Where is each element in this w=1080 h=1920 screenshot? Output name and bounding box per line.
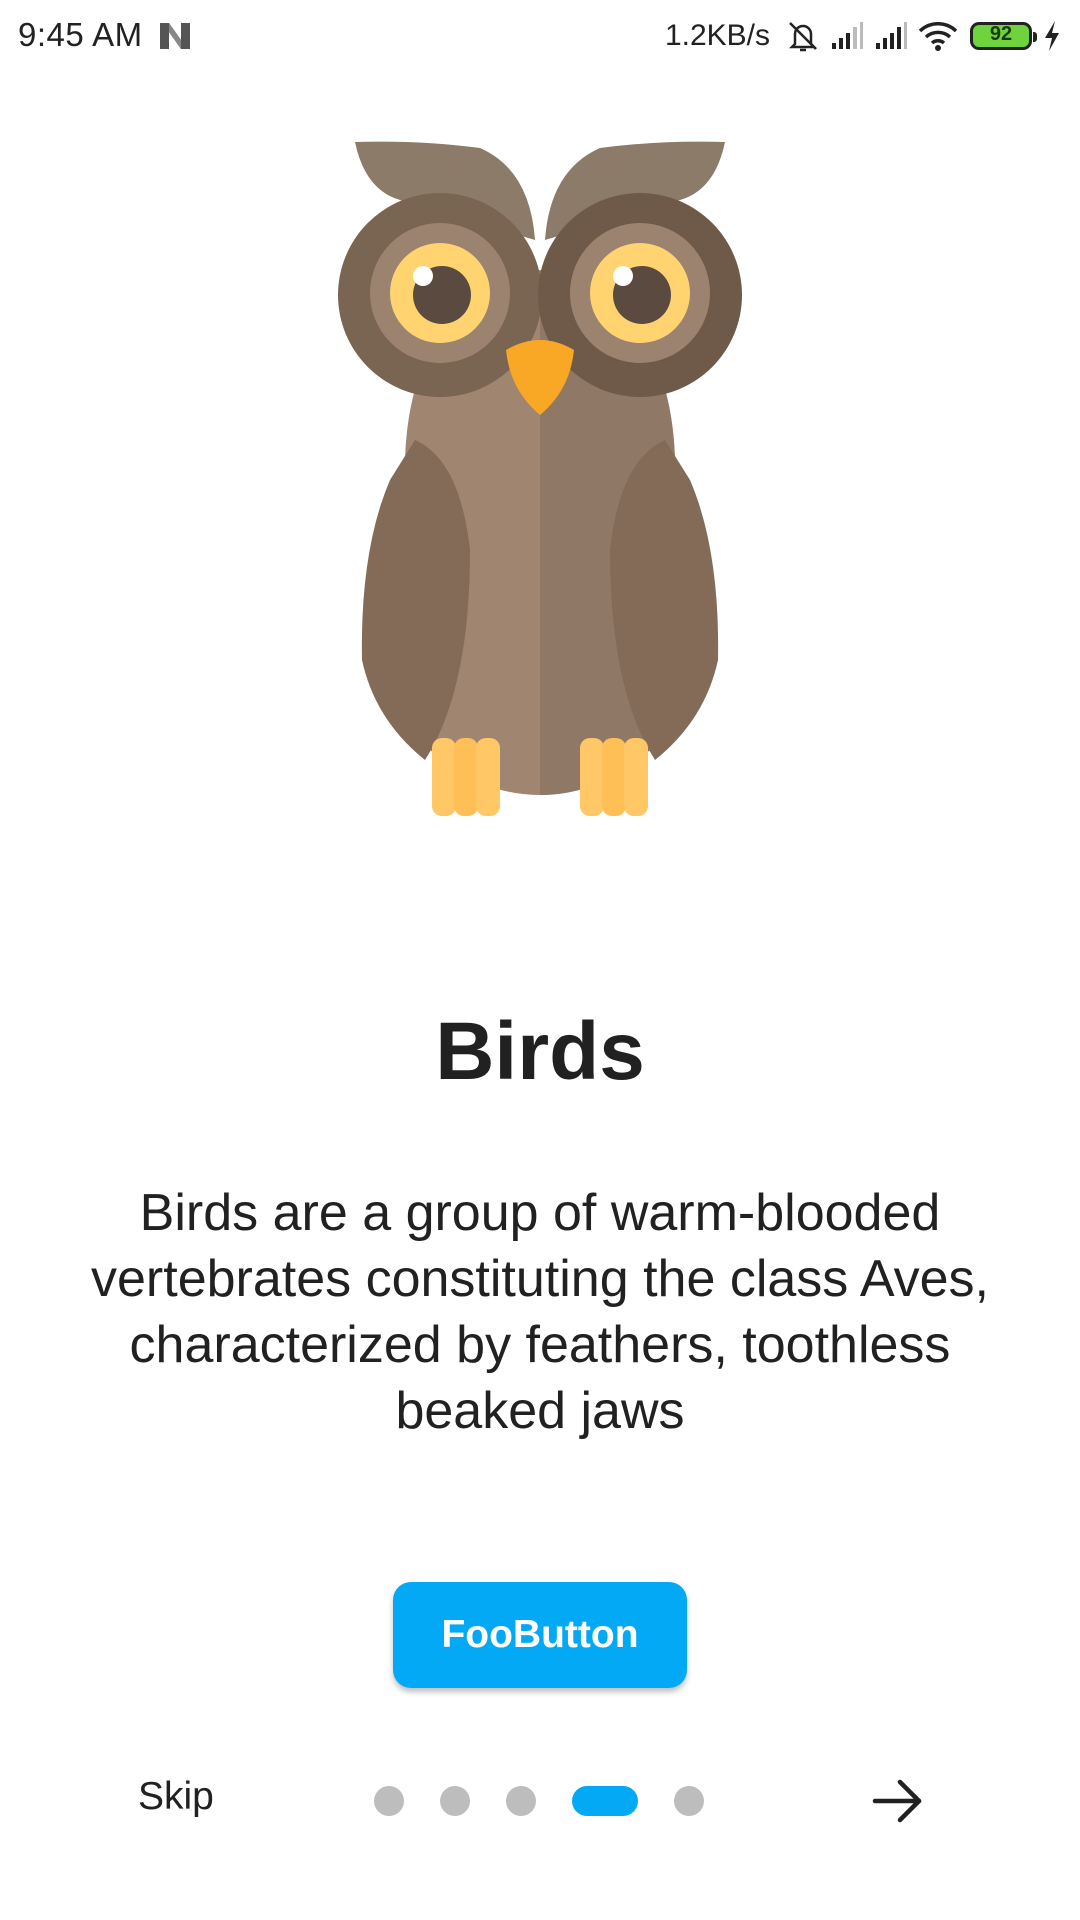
page-description: Birds are a group of warm-blooded verteb…: [91, 1184, 989, 1440]
network-speed: 1.2KB/s: [664, 19, 770, 52]
battery-level: 92: [989, 23, 1013, 45]
page-dot[interactable]: [674, 1786, 704, 1816]
wifi-icon: [918, 22, 958, 51]
onboarding-screen: 9:45 AM 1.2KB/s 92 Birds Birds are a gro…: [0, 0, 1080, 1920]
alarm-off-icon: [788, 22, 818, 52]
page-title: Birds: [435, 1006, 645, 1097]
signal-icon: [876, 22, 907, 49]
arrow-right-icon[interactable]: [872, 1778, 924, 1824]
owl-icon: [338, 141, 742, 816]
charging-icon: [1045, 21, 1059, 51]
page-dot[interactable]: [440, 1786, 470, 1816]
status-right: 1.2KB/s 92: [665, 14, 1062, 58]
battery-icon: 92: [970, 22, 1037, 50]
page-indicator: [374, 1786, 704, 1816]
foo-button[interactable]: FooButton: [393, 1582, 687, 1688]
page-dot[interactable]: [374, 1786, 404, 1816]
page-dot-active[interactable]: [572, 1786, 638, 1816]
status-time: 9:45 AM: [18, 16, 143, 53]
page-dot[interactable]: [506, 1786, 536, 1816]
signal-icon: [832, 22, 863, 49]
n-notification-icon: [160, 23, 190, 49]
status-bar: 9:45 AM 1.2KB/s 92: [0, 0, 1080, 72]
skip-button[interactable]: Skip: [138, 1775, 214, 1819]
